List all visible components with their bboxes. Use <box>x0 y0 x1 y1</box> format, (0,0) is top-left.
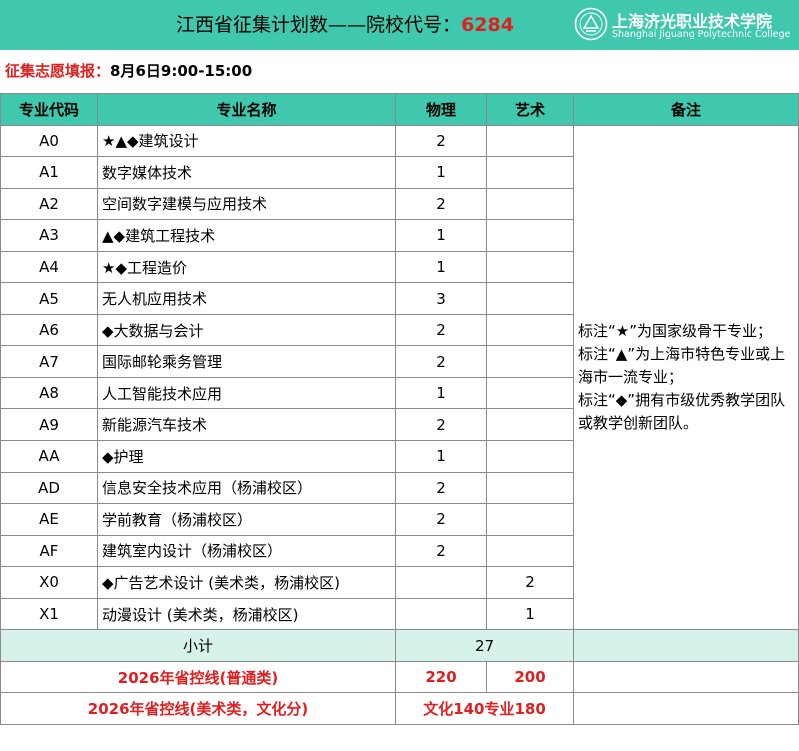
school-emblem-icon <box>574 7 608 41</box>
art-quota <box>486 124 574 158</box>
major-name: 学前教育（杨浦校区） <box>97 503 396 536</box>
major-name: 信息安全技术应用（杨浦校区） <box>97 471 396 505</box>
major-name: 国际邮轮乘务管理 <box>97 345 396 378</box>
school-code: 6284 <box>461 14 514 36</box>
header-bar: 江西省征集计划数——院校代号：6284 上海济光职业技术学院 Shanghai … <box>0 0 799 50</box>
physics-quota <box>395 566 487 599</box>
major-name: 新能源汽车技术 <box>97 408 396 442</box>
schedule-value: 8月6日9:00-15:00 <box>110 62 253 80</box>
control-line-general-physics: 220 <box>395 660 487 694</box>
major-code: A1 <box>0 156 98 189</box>
physics-quota: 1 <box>395 440 487 473</box>
art-quota <box>486 471 574 505</box>
physics-quota: 2 <box>395 408 487 442</box>
page: 江西省征集计划数——院校代号：6284 上海济光职业技术学院 Shanghai … <box>0 0 799 751</box>
control-line-art-note <box>573 692 799 725</box>
physics-quota: 2 <box>395 187 487 221</box>
major-code: AE <box>0 503 98 536</box>
physics-quota: 1 <box>395 156 487 189</box>
note-line: 标注“▲”为上海市特色专业或上海市一流专业； <box>578 344 786 386</box>
control-line-general-art: 200 <box>486 660 574 694</box>
major-code: A9 <box>0 408 98 442</box>
schedule-line: 征集志愿填报：8月6日9:00-15:00 <box>0 56 252 86</box>
note-line: 标注“◆”拥有市级优秀教学团队或教学创新团队。 <box>578 390 786 432</box>
physics-quota: 1 <box>395 376 487 410</box>
col-header-art: 艺术 <box>486 93 574 126</box>
schedule-label: 征集志愿填报： <box>5 62 111 80</box>
subtotal-value: 27 <box>395 629 574 662</box>
col-header-physics: 物理 <box>395 93 487 126</box>
major-code: A0 <box>0 124 98 158</box>
major-name: 动漫设计 (美术类，杨浦校区) <box>97 597 396 631</box>
major-code: A8 <box>0 376 98 410</box>
physics-quota: 2 <box>395 534 487 568</box>
control-line-general-note <box>573 660 799 694</box>
major-name: 人工智能技术应用 <box>97 376 396 410</box>
art-quota <box>486 376 574 410</box>
major-code: X1 <box>0 597 98 631</box>
control-line-general-label: 2026年省控线(普通类) <box>0 660 396 694</box>
major-code: A5 <box>0 282 98 315</box>
physics-quota: 2 <box>395 503 487 536</box>
major-name: ◆大数据与会计 <box>97 313 396 347</box>
notes-cell: 标注“★”为国家级骨干专业； 标注“▲”为上海市特色专业或上海市一流专业； 标注… <box>573 124 799 631</box>
col-header-note: 备注 <box>573 93 799 126</box>
major-code: A3 <box>0 219 98 252</box>
control-line-art-value: 文化140专业180 <box>395 692 574 725</box>
art-quota <box>486 313 574 347</box>
major-name: ◆广告艺术设计 (美术类，杨浦校区) <box>97 566 396 599</box>
major-code: A4 <box>0 250 98 284</box>
physics-quota: 2 <box>395 124 487 158</box>
major-code: A7 <box>0 345 98 378</box>
art-quota <box>486 219 574 252</box>
art-quota <box>486 187 574 221</box>
art-quota <box>486 345 574 378</box>
note-line: 标注“★”为国家级骨干专业； <box>578 321 772 340</box>
art-quota <box>486 503 574 536</box>
physics-quota: 3 <box>395 282 487 315</box>
school-logo: 上海济光职业技术学院 Shanghai Jiguang Polytechnic … <box>574 6 794 44</box>
major-name: ★◆工程造价 <box>97 250 396 284</box>
table-row: A0 ★▲◆建筑设计 2 标注“★”为国家级骨干专业； 标注“▲”为上海市特色专… <box>0 124 799 631</box>
col-header-name: 专业名称 <box>97 93 396 126</box>
control-line-art-label: 2026年省控线(美术类，文化分) <box>0 692 396 725</box>
art-quota <box>486 534 574 568</box>
art-quota <box>486 156 574 189</box>
major-name: ◆护理 <box>97 440 396 473</box>
major-name: ▲◆建筑工程技术 <box>97 219 396 252</box>
physics-quota: 1 <box>395 219 487 252</box>
major-name: 建筑室内设计（杨浦校区） <box>97 534 396 568</box>
subtotal-label: 小计 <box>0 629 396 662</box>
major-code: AD <box>0 471 98 505</box>
enrollment-plan-table: 专业代码 专业名称 物理 艺术 备注 A0 ★▲◆建筑设计 2 标注“★”为国家… <box>0 93 799 725</box>
logo-english-name: Shanghai Jiguang Polytechnic College <box>612 29 791 40</box>
physics-quota <box>395 597 487 631</box>
subtotal-note <box>573 629 799 662</box>
art-quota <box>486 282 574 315</box>
major-code: A2 <box>0 187 98 221</box>
major-code: AF <box>0 534 98 568</box>
major-code: AA <box>0 440 98 473</box>
major-code: A6 <box>0 313 98 347</box>
physics-quota: 2 <box>395 345 487 378</box>
title-text: 江西省征集计划数——院校代号： <box>176 14 462 36</box>
art-quota: 1 <box>486 597 574 631</box>
col-header-code: 专业代码 <box>0 93 98 126</box>
subtotal-row: 小计 27 <box>0 629 799 662</box>
art-quota <box>486 440 574 473</box>
art-quota: 2 <box>486 566 574 599</box>
major-name: 无人机应用技术 <box>97 282 396 315</box>
major-name: 空间数字建模与应用技术 <box>97 187 396 221</box>
table-header-row: 专业代码 专业名称 物理 艺术 备注 <box>0 93 799 126</box>
physics-quota: 1 <box>395 250 487 284</box>
control-line-general-row: 2026年省控线(普通类) 220 200 <box>0 660 799 694</box>
control-line-art-row: 2026年省控线(美术类，文化分) 文化140专业180 <box>0 692 799 725</box>
major-code: X0 <box>0 566 98 599</box>
physics-quota: 2 <box>395 313 487 347</box>
major-name: 数字媒体技术 <box>97 156 396 189</box>
major-name: ★▲◆建筑设计 <box>97 124 396 158</box>
art-quota <box>486 250 574 284</box>
physics-quota: 2 <box>395 471 487 505</box>
art-quota <box>486 408 574 442</box>
